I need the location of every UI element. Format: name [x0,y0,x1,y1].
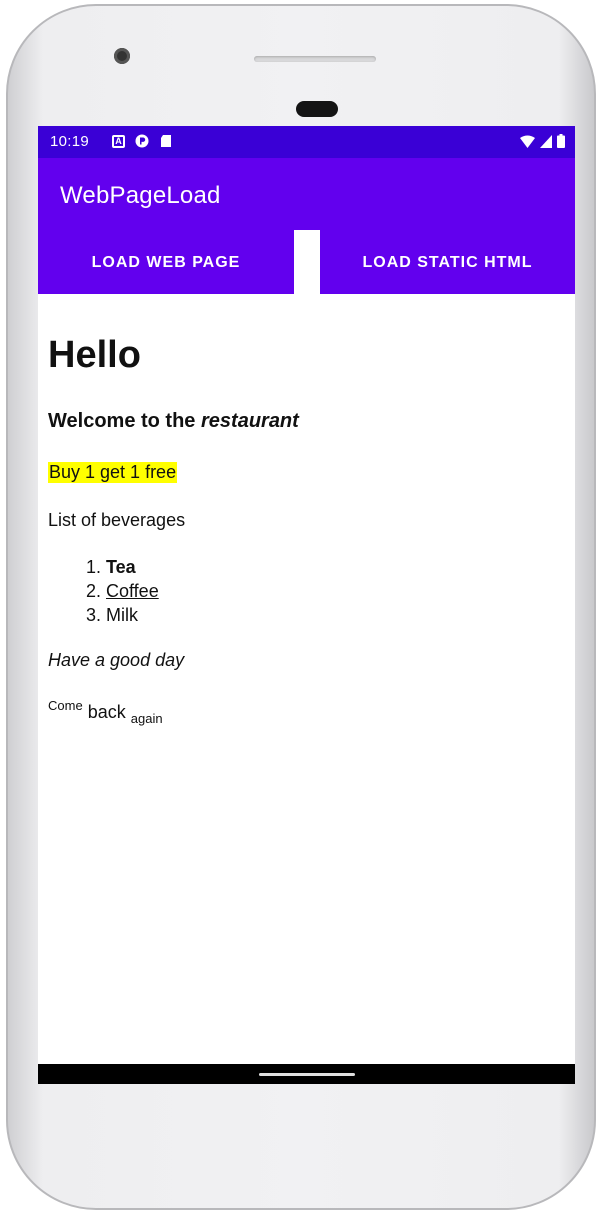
list-number: 1. [85,557,101,577]
page-heading: Hello [48,334,141,376]
subscript-again: again [130,711,163,726]
navigation-bar [38,1064,575,1084]
welcome-heading: Welcome to the restaurant [48,410,299,433]
promo-highlight: Buy 1 get 1 free [48,462,178,483]
device-screen: 10:19 A WebPageLoad LOAD WEB PAGE LOAD S… [38,126,575,1084]
farewell-text: Have a good day [48,650,185,670]
load-web-page-button[interactable]: LOAD WEB PAGE [38,231,294,294]
proximity-sensor [296,101,338,117]
web-view[interactable]: Hello Welcome to the restaurant Buy 1 ge… [38,294,575,1084]
restaurant-text: restaurant [201,410,299,432]
load-static-html-button[interactable]: LOAD STATIC HTML [320,231,575,294]
list-number: 2. [85,581,101,601]
button-row: LOAD WEB PAGE LOAD STATIC HTML [38,231,575,294]
beverage-coffee: Coffee [106,581,159,601]
system-icons [520,134,565,148]
p-icon [135,134,149,148]
beverage-tea: Tea [106,557,136,577]
status-time: 10:19 [50,133,90,150]
back-text: back [87,702,126,722]
home-gesture-handle[interactable] [259,1073,355,1076]
welcome-text: Welcome to the [48,410,201,432]
app-title: WebPageLoad [60,182,221,209]
list-number: 3. [85,605,101,625]
status-bar: 10:19 A [38,126,575,158]
list-item: 3. Milk [82,603,159,627]
beverage-list: 1. Tea 2. Coffee 3. Milk [82,555,159,627]
wifi-icon [520,135,535,148]
notification-icons: A [112,134,173,148]
sd-card-icon [161,135,171,147]
list-item: 2. Coffee [82,579,159,603]
list-title: List of beverages [48,510,186,530]
superscript-come: Come [48,698,83,713]
a-icon: A [112,134,125,148]
come-back-again: Come back again [48,698,163,726]
beverage-milk: Milk [106,605,138,625]
signal-icon [540,134,552,148]
battery-icon [557,134,565,148]
earpiece-speaker [254,56,376,62]
list-item: 1. Tea [82,555,159,579]
app-bar: WebPageLoad [38,158,575,230]
front-camera [114,48,130,64]
